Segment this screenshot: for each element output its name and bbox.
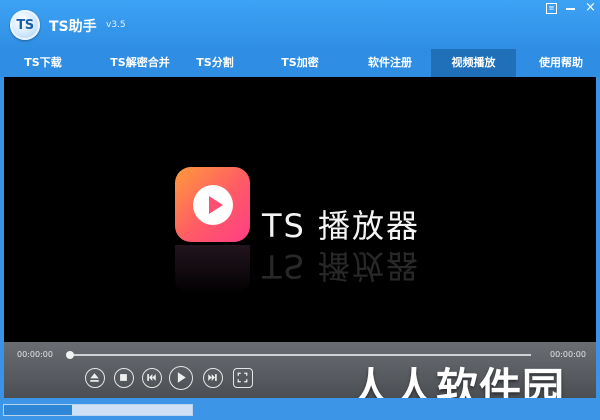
app-logo: TS (10, 10, 40, 40)
minimize-icon[interactable] (565, 3, 576, 14)
current-time: 00:00:00 (17, 350, 53, 359)
tab-ts-download[interactable]: TS下载 (8, 49, 78, 77)
tab-help[interactable]: 使用帮助 (526, 49, 596, 77)
tab-ts-encrypt[interactable]: TS加密 (270, 49, 330, 77)
player-logo-reflection (175, 245, 250, 295)
menu-icon[interactable]: ≡ (546, 3, 557, 14)
status-progress (3, 404, 193, 416)
tab-ts-split[interactable]: TS分割 (185, 49, 245, 77)
app-version: v3.5 (106, 20, 126, 30)
app-logo-text: TS (16, 17, 34, 33)
status-progress-fill (4, 405, 72, 415)
next-icon[interactable] (203, 368, 223, 388)
tab-ts-decrypt-merge[interactable]: TS解密合并 (100, 49, 180, 77)
app-window: TS TS助手 v3.5 ≡ TS下载 TS解密合并 TS分割 TS加密 软件注… (0, 0, 600, 420)
app-title: TS助手 (49, 19, 97, 35)
close-icon[interactable] (585, 2, 596, 14)
tab-video-playback[interactable]: 视频播放 (431, 49, 516, 77)
stop-icon[interactable] (114, 368, 134, 388)
tab-register[interactable]: 软件注册 (355, 49, 425, 77)
player-name-reflection: TS 播放器 (262, 247, 421, 285)
play-icon[interactable] (169, 366, 193, 390)
eject-icon[interactable] (85, 368, 105, 388)
seek-knob[interactable] (66, 351, 74, 359)
play-triangle-icon (209, 196, 223, 214)
previous-icon[interactable] (142, 368, 162, 388)
player-logo-icon (175, 167, 250, 242)
player-name: TS 播放器 (262, 207, 421, 245)
video-area[interactable]: TS 播放器 TS 播放器 (4, 77, 596, 342)
fullscreen-icon[interactable] (233, 368, 253, 388)
